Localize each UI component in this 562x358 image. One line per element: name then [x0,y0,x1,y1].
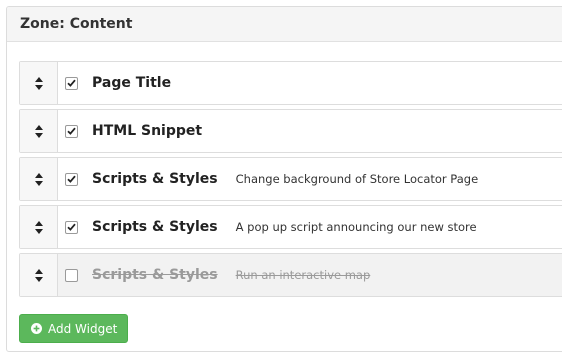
zone-panel: Zone: Content Page Title HTML Snippet Sc… [6,6,562,352]
widget-enable-checkbox[interactable] [65,124,78,138]
widget-name[interactable]: HTML Snippet [92,123,202,139]
widget-description: Run an interactive map [235,268,371,282]
widget-row: Scripts & Styles A pop up script announc… [19,205,562,249]
widget-name[interactable]: Page Title [92,75,171,91]
widget-row-disabled: Scripts & Styles Run an interactive map [19,253,562,297]
widget-row: Scripts & Styles Change background of St… [19,157,562,201]
widget-row: Page Title [19,61,562,105]
widget-enable-checkbox[interactable] [65,220,78,234]
add-widget-button[interactable]: Add Widget [19,314,129,343]
widget-enable-checkbox[interactable] [65,76,78,90]
widget-enable-checkbox[interactable] [65,268,78,282]
zone-header: Zone: Content [7,7,562,42]
drag-handle-icon[interactable] [20,254,58,296]
widget-description: Change background of Store Locator Page [235,172,479,186]
widget-enable-checkbox[interactable] [65,172,78,186]
zone-title: Zone: Content [20,16,133,32]
widget-list: Page Title HTML Snippet Scripts & Styles… [7,42,562,343]
drag-handle-icon[interactable] [20,206,58,248]
drag-handle-icon[interactable] [20,62,58,104]
widget-name[interactable]: Scripts & Styles [92,171,218,187]
widget-name[interactable]: Scripts & Styles [92,219,218,235]
widget-row: HTML Snippet [19,109,562,153]
add-widget-label: Add Widget [48,321,118,336]
drag-handle-icon[interactable] [20,110,58,152]
drag-handle-icon[interactable] [20,158,58,200]
widget-name[interactable]: Scripts & Styles [92,267,218,283]
plus-circle-icon [31,323,42,334]
widget-description: A pop up script announcing our new store [235,220,477,234]
